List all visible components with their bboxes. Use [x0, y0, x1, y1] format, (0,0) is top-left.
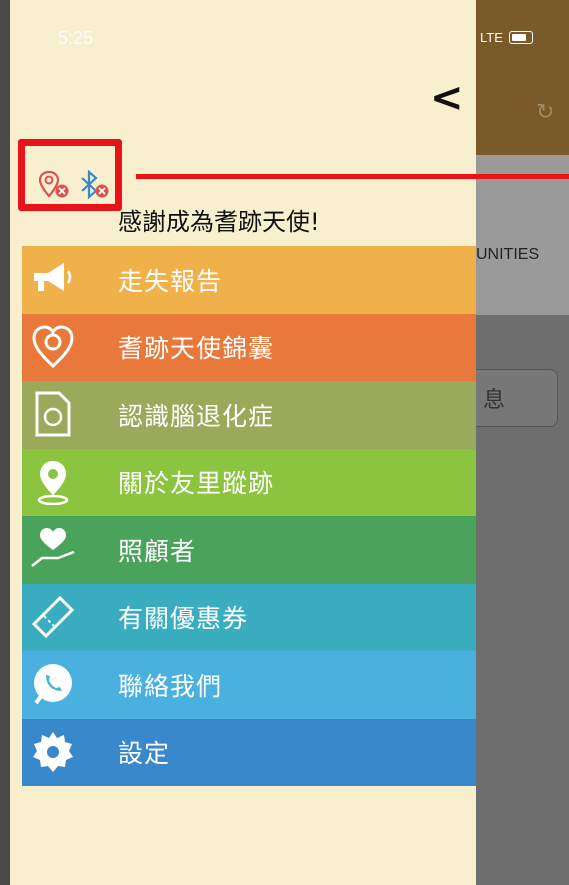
menu-item-angel-tips[interactable]: 耆跡天使錦囊: [22, 313, 476, 381]
background-panel: [476, 155, 569, 315]
menu-item-about[interactable]: 關於友里蹤跡: [22, 448, 476, 516]
annotation-line: [136, 174, 569, 179]
refresh-icon[interactable]: ↻: [536, 100, 554, 125]
map-pin-icon: [30, 459, 76, 505]
caring-hand-icon: [30, 526, 76, 572]
battery-icon: [508, 31, 533, 44]
brain-document-icon: [30, 391, 76, 437]
bluetooth-off-icon: [81, 170, 109, 200]
background-button[interactable]: 息: [468, 369, 558, 427]
phone-bubble-icon: [30, 661, 76, 707]
coupon-icon: [30, 594, 76, 640]
menu-item-settings[interactable]: 設定: [22, 718, 476, 786]
menu-item-lost-report[interactable]: 走失報告: [22, 246, 476, 314]
menu-label: 關於友里蹤跡: [118, 469, 275, 499]
menu-label: 設定: [118, 739, 171, 769]
gear-icon: [30, 729, 76, 775]
menu-label: 走失報告: [118, 266, 223, 296]
menu-label: 耆跡天使錦囊: [118, 334, 275, 364]
menu-item-dementia-info[interactable]: 認識腦退化症: [22, 381, 476, 449]
heart-location-icon: [30, 324, 76, 370]
network-label: LTE: [480, 30, 503, 45]
drawer-menu: 走失報告 耆跡天使錦囊 認識腦退化症 關於友里蹤跡 照顧者 有關優惠券 聯絡我們…: [22, 246, 476, 786]
menu-label: 認識腦退化症: [118, 401, 275, 431]
left-edge-strip: [0, 0, 10, 885]
menu-label: 照顧者: [118, 536, 197, 566]
menu-item-contact[interactable]: 聯絡我們: [22, 651, 476, 719]
menu-item-coupons[interactable]: 有關優惠券: [22, 583, 476, 651]
connection-status-box: [18, 139, 122, 211]
menu-label: 聯絡我們: [118, 671, 223, 701]
status-time: 5:25: [58, 28, 94, 48]
menu-item-caregiver[interactable]: 照顧者: [22, 516, 476, 584]
location-off-icon: [39, 170, 69, 198]
back-chevron-icon[interactable]: <: [430, 78, 464, 118]
megaphone-icon: [30, 256, 76, 302]
menu-label: 有關優惠券: [118, 604, 249, 634]
navigation-drawer: 5:25 < 感謝成為耆跡天使! 走失報告 耆跡天使錦囊 認識腦退化症 關於友里…: [10, 0, 476, 885]
background-partial-text: UNITIES: [476, 246, 540, 263]
background-button-label: 息: [483, 388, 506, 413]
greeting-text: 感謝成為耆跡天使!: [118, 208, 320, 236]
